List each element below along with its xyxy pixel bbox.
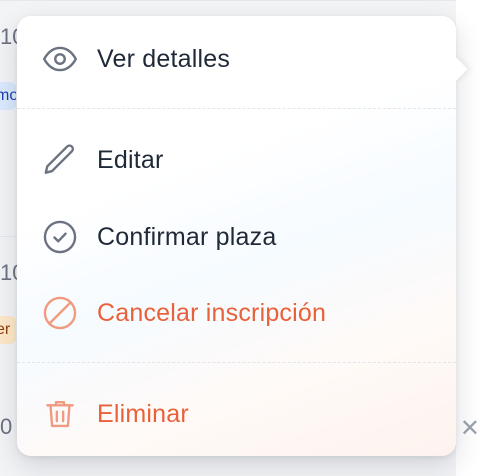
menu-divider (17, 362, 456, 363)
menu-item-label: Confirmar plaza (97, 222, 277, 251)
menu-item-label: Ver detalles (97, 44, 231, 73)
trash-icon (40, 394, 80, 434)
eye-icon (40, 39, 80, 79)
status-badge: mo (0, 82, 16, 110)
ban-icon (40, 293, 80, 333)
row-actions-menu: Ver detalles Editar Confirmar plaza Canc… (17, 16, 468, 456)
menu-item-label: Eliminar (97, 399, 189, 428)
menu-item-cancelar-inscripcion[interactable]: Cancelar inscripción (17, 286, 456, 340)
pencil-icon (40, 140, 80, 180)
check-circle-icon (40, 217, 80, 257)
menu-item-confirmar-plaza[interactable]: Confirmar plaza (17, 210, 456, 264)
menu-item-eliminar[interactable]: Eliminar (17, 387, 456, 441)
menu-item-label: Editar (97, 145, 164, 174)
menu-divider (17, 108, 456, 109)
table-cell-text: 0 (0, 414, 13, 439)
menu-item-label: Cancelar inscripción (97, 298, 327, 327)
menu-item-editar[interactable]: Editar (17, 133, 456, 187)
menu-item-ver-detalles[interactable]: Ver detalles (17, 32, 456, 86)
close-icon[interactable]: ✕ (460, 414, 480, 442)
table-row-divider (0, 0, 480, 1)
status-badge: er (0, 316, 16, 344)
